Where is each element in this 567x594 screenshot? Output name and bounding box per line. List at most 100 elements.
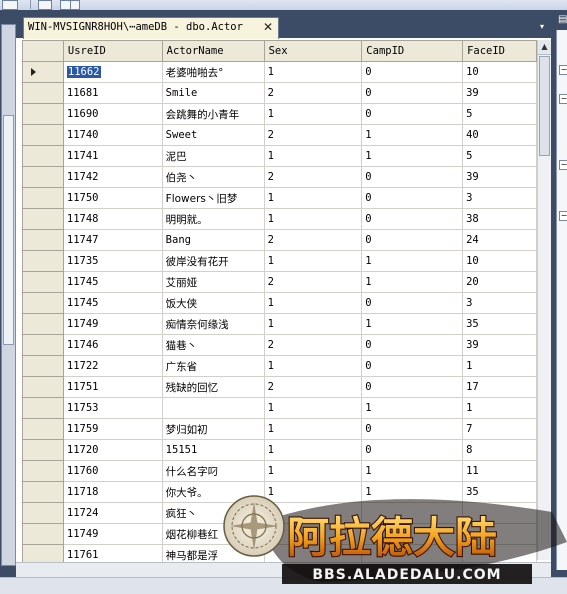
grid-scrollbar-thumb[interactable] <box>539 56 550 156</box>
cell-faceid[interactable]: 1 <box>462 397 537 419</box>
cell-actorname[interactable]: 艾丽娅 <box>161 271 265 293</box>
cell-usreid[interactable]: 11742 <box>62 166 163 188</box>
cell-actorname[interactable]: Bang <box>161 229 265 251</box>
row-selector[interactable] <box>22 103 64 125</box>
cell-usreid[interactable]: 11735 <box>62 250 163 272</box>
cell-faceid[interactable]: 20 <box>462 271 537 293</box>
cell-usreid[interactable]: 11740 <box>62 124 163 146</box>
cell-actorname[interactable]: Flowers丶旧梦 <box>161 187 265 209</box>
row-selector[interactable] <box>22 250 64 272</box>
cell-actorname[interactable]: 什么名字叼 <box>161 460 265 482</box>
row-selector[interactable] <box>22 271 64 293</box>
cell-sex[interactable]: 2 <box>263 166 363 188</box>
row-selector[interactable] <box>22 439 64 461</box>
cell-actorname[interactable]: 泥巴 <box>161 145 265 167</box>
cell-campid[interactable]: 0 <box>361 418 464 440</box>
cell-usreid[interactable]: 11751 <box>62 376 163 398</box>
cell-faceid[interactable]: 7 <box>462 418 537 440</box>
cell-usreid[interactable]: 11748 <box>62 208 163 230</box>
cell-actorname[interactable]: 彼岸没有花开 <box>161 250 265 272</box>
cell-sex[interactable]: 2 <box>263 124 363 146</box>
table-row[interactable]: 11745 饭大侠 1 0 3 <box>22 292 537 314</box>
cell-campid[interactable]: 1 <box>361 250 464 272</box>
cell-campid[interactable]: 1 <box>361 124 464 146</box>
cell-actorname[interactable]: 广东省 <box>161 355 265 377</box>
cell-campid[interactable]: 0 <box>361 208 464 230</box>
cell-campid[interactable]: 0 <box>361 166 464 188</box>
cell-faceid[interactable]: 5 <box>462 145 537 167</box>
cell-campid[interactable]: 1 <box>361 145 464 167</box>
cell-campid[interactable]: 0 <box>361 229 464 251</box>
cell-usreid[interactable]: 11745 <box>62 292 163 314</box>
cell-faceid[interactable]: 8 <box>462 439 537 461</box>
cell-sex[interactable]: 2 <box>263 271 363 293</box>
cell-campid[interactable]: 0 <box>361 355 464 377</box>
cell-actorname[interactable]: 老婆啪啪去° <box>161 61 265 83</box>
cell-actorname[interactable]: 猫巷丶 <box>161 334 265 356</box>
cell-faceid[interactable]: 17 <box>462 376 537 398</box>
left-scrollbar-thumb[interactable] <box>3 115 14 345</box>
cell-usreid[interactable]: 11718 <box>62 481 163 503</box>
cell-usreid[interactable]: 11745 <box>62 271 163 293</box>
tab-list-icon[interactable]: ▾ <box>540 22 550 32</box>
cell-sex[interactable]: 1 <box>263 250 363 272</box>
cell-sex[interactable]: 2 <box>263 376 363 398</box>
row-selector[interactable] <box>22 523 64 545</box>
tab-dbo-actor[interactable]: WIN-MVSIGNR8HOH\⋯ameDB - dbo.Actor ✕ <box>23 17 279 39</box>
cell-usreid[interactable]: 11746 <box>62 334 163 356</box>
table-row[interactable]: 11745 艾丽娅 2 1 20 <box>22 271 537 293</box>
row-selector[interactable] <box>22 187 64 209</box>
row-selector[interactable] <box>22 334 64 356</box>
cell-faceid[interactable]: 3 <box>462 292 537 314</box>
table-row[interactable]: 11759 梦归如初 1 0 7 <box>22 418 537 440</box>
cell-faceid[interactable]: 39 <box>462 82 537 104</box>
cell-usreid[interactable]: 11681 <box>62 82 163 104</box>
cell-usreid[interactable]: 11761 <box>62 544 163 563</box>
table-row[interactable]: 11681 Smile 2 0 39 <box>22 82 537 104</box>
row-selector-header[interactable] <box>22 40 64 62</box>
toolbar-grid-button[interactable] <box>38 0 52 10</box>
row-selector[interactable] <box>22 460 64 482</box>
column-header-sex[interactable]: Sex <box>263 40 363 62</box>
cell-usreid[interactable]: 11747 <box>62 229 163 251</box>
cell-faceid[interactable]: 1 <box>462 355 537 377</box>
table-row[interactable]: 11753 1 1 1 <box>22 397 537 419</box>
collapse-icon[interactable]: − <box>559 65 567 75</box>
cell-faceid[interactable]: 40 <box>462 124 537 146</box>
cell-usreid[interactable]: 11690 <box>62 103 163 125</box>
row-selector[interactable] <box>22 292 64 314</box>
cell-campid[interactable]: 1 <box>361 397 464 419</box>
row-selector[interactable] <box>22 208 64 230</box>
collapse-icon[interactable]: − <box>559 211 567 221</box>
cell-faceid[interactable]: 24 <box>462 229 537 251</box>
left-scrollbar[interactable] <box>1 24 16 566</box>
row-selector[interactable] <box>22 145 64 167</box>
row-selector[interactable] <box>22 166 64 188</box>
row-selector[interactable] <box>22 502 64 524</box>
table-row[interactable]: 11720 15151 1 0 8 <box>22 439 537 461</box>
table-row[interactable]: 11751 残缺的回忆 2 0 17 <box>22 376 537 398</box>
scroll-up-icon[interactable]: ▲ <box>538 40 551 55</box>
cell-actorname[interactable]: 明明就。 <box>161 208 265 230</box>
collapse-icon[interactable]: − <box>559 160 567 170</box>
table-row[interactable]: 11749 痴情奈何缘浅 1 1 35 <box>22 313 537 335</box>
close-icon[interactable]: ✕ <box>261 20 275 34</box>
cell-sex[interactable]: 2 <box>263 229 363 251</box>
table-row[interactable]: 11750 Flowers丶旧梦 1 0 3 <box>22 187 537 209</box>
row-selector[interactable] <box>22 229 64 251</box>
cell-actorname[interactable]: 残缺的回忆 <box>161 376 265 398</box>
cell-faceid[interactable]: 39 <box>462 334 537 356</box>
cell-faceid[interactable]: 10 <box>462 250 537 272</box>
row-selector[interactable] <box>22 313 64 335</box>
table-row[interactable]: 11748 明明就。 1 0 38 <box>22 208 537 230</box>
cell-usreid[interactable]: 11741 <box>62 145 163 167</box>
cell-usreid[interactable]: 11662 <box>62 61 163 83</box>
cell-actorname[interactable]: 梦归如初 <box>161 418 265 440</box>
cell-usreid[interactable]: 11759 <box>62 418 163 440</box>
cell-usreid[interactable]: 11722 <box>62 355 163 377</box>
row-selector[interactable] <box>22 544 64 563</box>
cell-usreid[interactable]: 11749 <box>62 523 163 545</box>
cell-faceid[interactable]: 39 <box>462 166 537 188</box>
table-row[interactable]: 11741 泥巴 1 1 5 <box>22 145 537 167</box>
cell-actorname[interactable]: Sweet <box>161 124 265 146</box>
